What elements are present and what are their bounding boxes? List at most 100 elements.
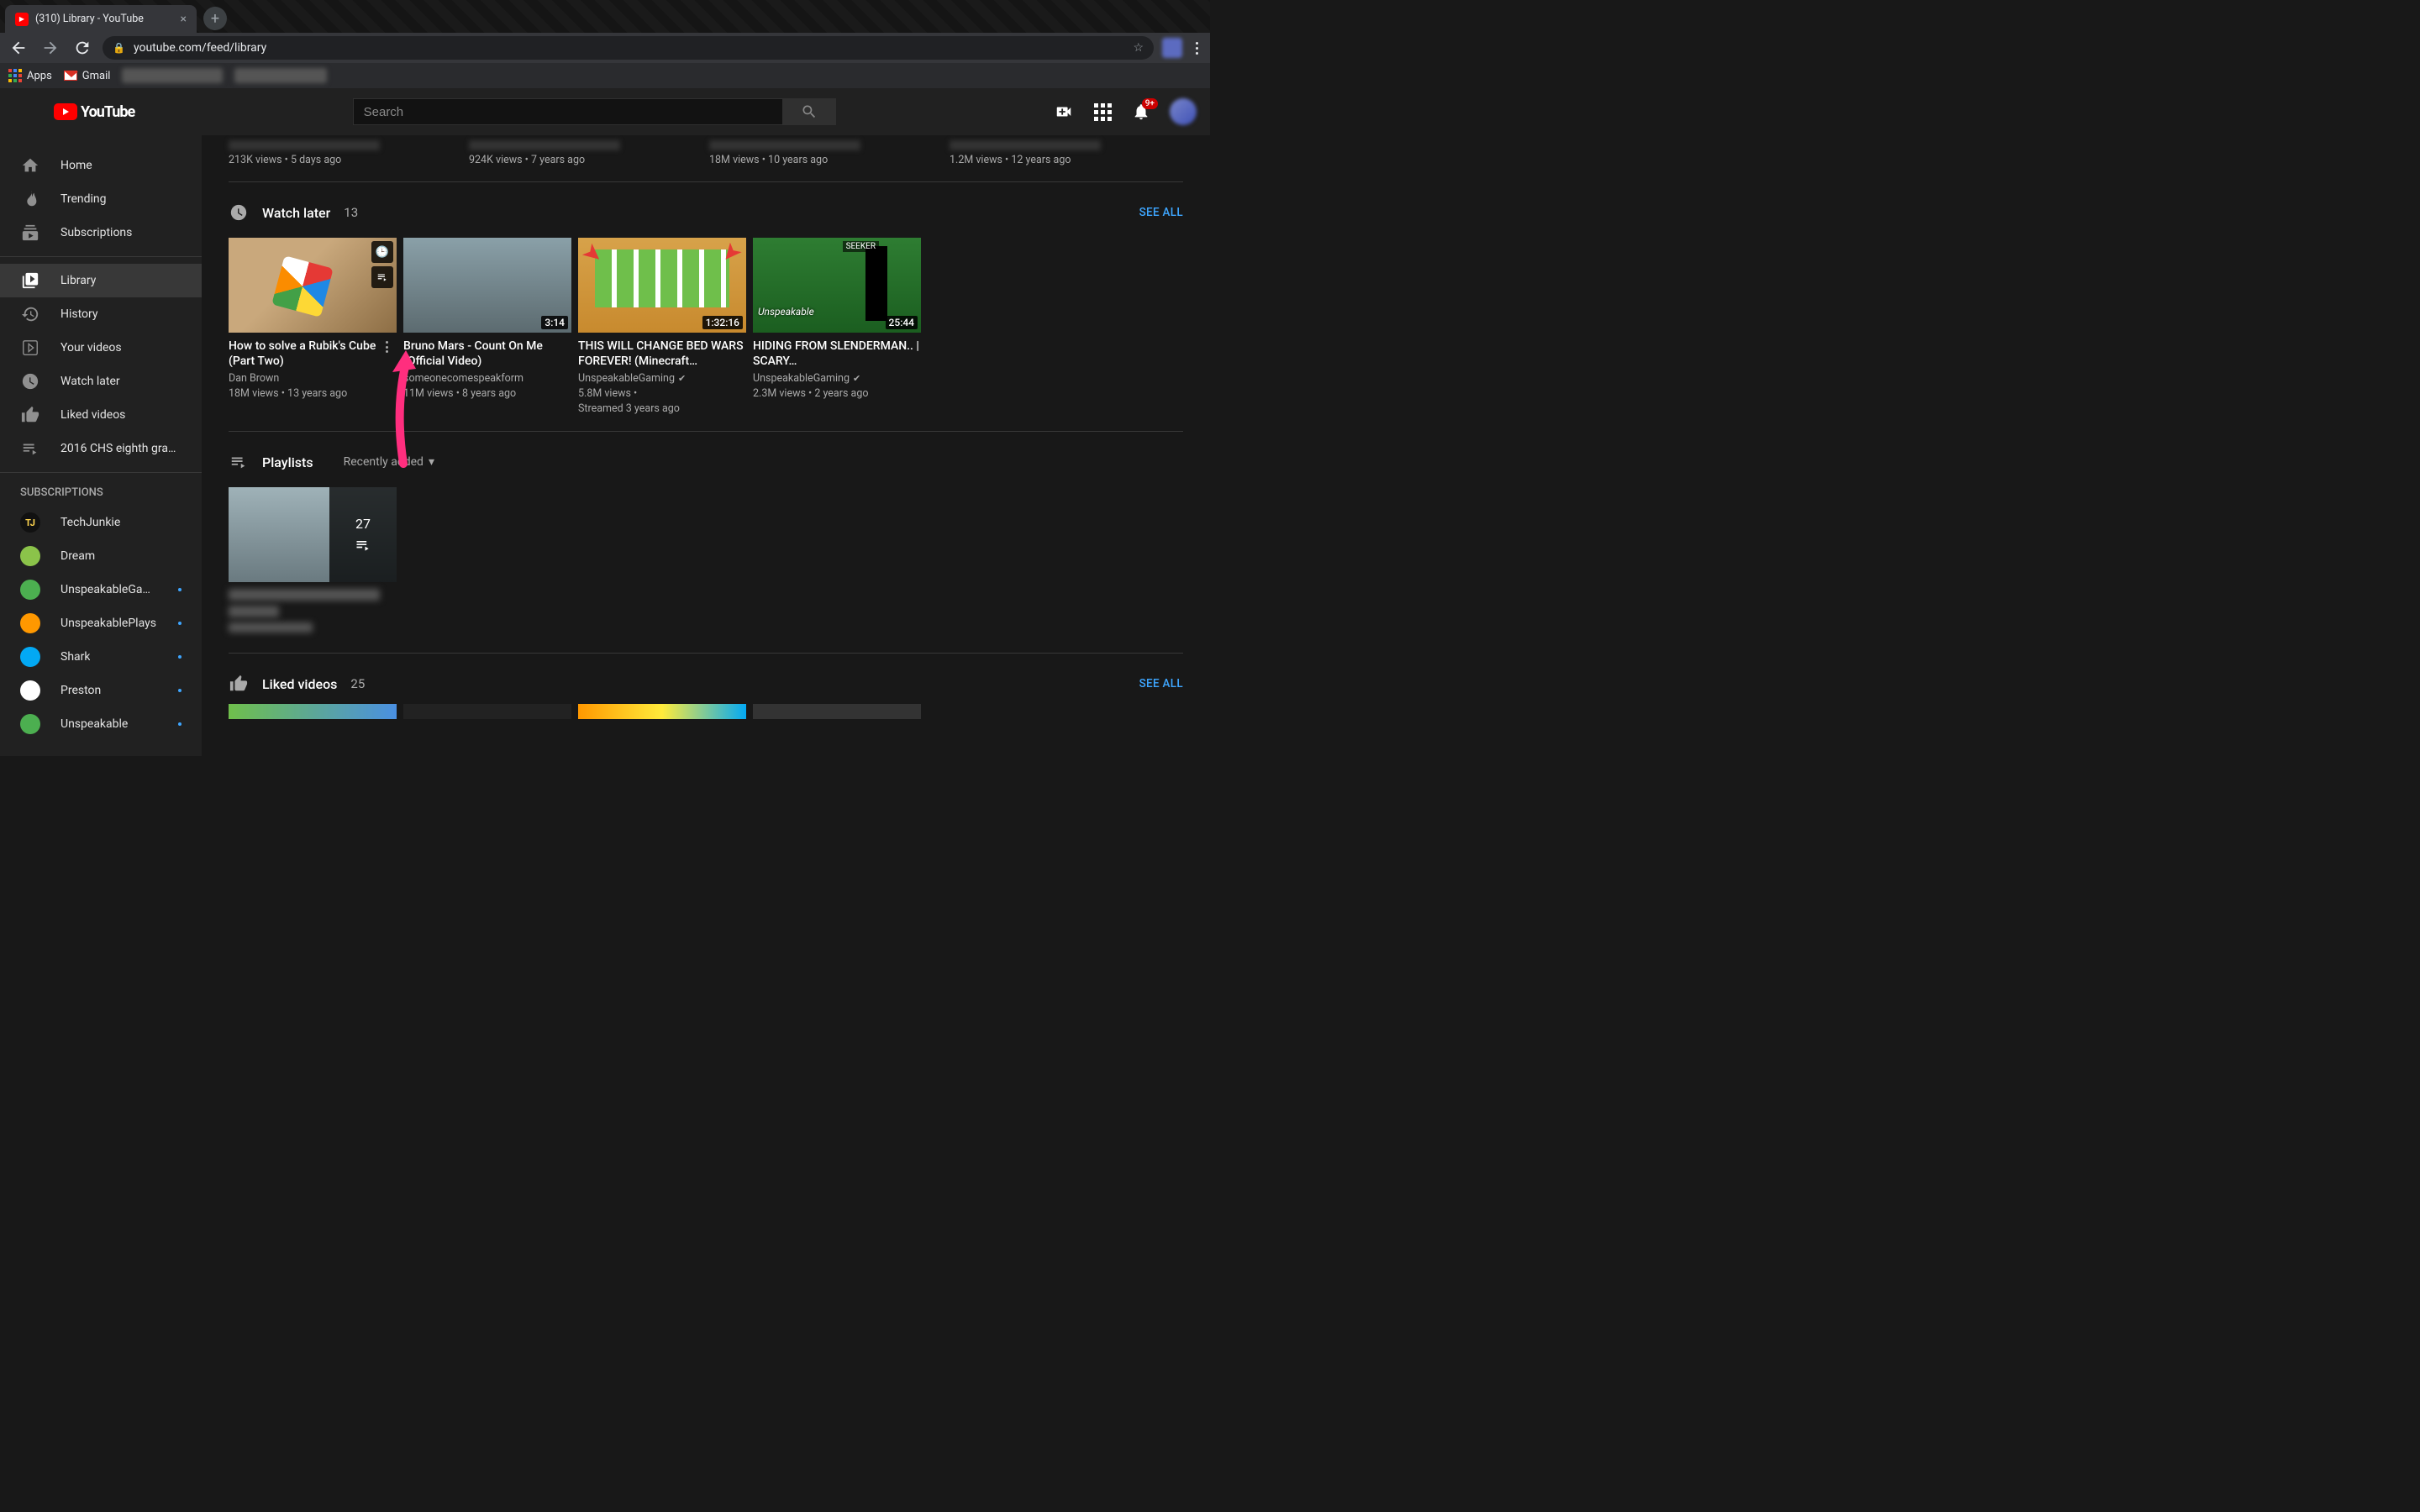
see-all-link[interactable]: SEE ALL — [1139, 206, 1183, 219]
youtube-app: YouTube 9+ — [0, 88, 1210, 756]
see-all-link[interactable]: SEE ALL — [1139, 677, 1183, 690]
playlist-meta-blurred — [229, 606, 279, 617]
sidebar-sub-dream[interactable]: Dream — [0, 539, 202, 573]
video-thumbnail[interactable] — [753, 704, 921, 719]
bookmark-star-icon[interactable]: ☆ — [1133, 41, 1144, 55]
bookmark-gmail[interactable]: Gmail — [64, 70, 111, 82]
sidebar-sub-techjunkie[interactable]: TJTechJunkie — [0, 506, 202, 539]
forward-button[interactable] — [39, 36, 62, 60]
reload-button[interactable] — [71, 36, 94, 60]
tab-title: (310) Library - YouTube — [35, 13, 144, 25]
playlist-icon — [20, 438, 40, 459]
search-button[interactable] — [782, 98, 836, 125]
sidebar-item-liked-videos[interactable]: Liked videos — [0, 398, 202, 432]
sort-dropdown[interactable]: Recently added ▾ — [344, 455, 434, 469]
watch-later-section: Watch later 13 SEE ALL 🕒 How to so — [229, 182, 1183, 432]
video-card[interactable]: ➤ ➤ 1:32:16 THIS WILL CHANGE BED WARS FO… — [578, 238, 746, 416]
sidebar-sub-preston[interactable]: Preston — [0, 674, 202, 707]
add-to-queue-overlay-icon[interactable] — [371, 266, 393, 288]
video-meta: 11M views • 8 years ago — [403, 386, 571, 402]
sort-label: Recently added — [344, 455, 424, 469]
video-card[interactable]: 🕒 How to solve a Rubik's Cube (Part Two)… — [229, 238, 397, 416]
video-menu-button[interactable] — [378, 339, 395, 355]
sidebar-item-home[interactable]: Home — [0, 149, 202, 182]
tab-strip: (310) Library - YouTube × + — [0, 0, 1210, 33]
sidebar-item-label: Watch later — [60, 375, 120, 388]
chevron-down-icon: ▾ — [429, 455, 434, 469]
sidebar-item-label: Unspeakable — [60, 717, 128, 731]
main-content[interactable]: 213K views • 5 days ago 924K views • 7 y… — [202, 135, 1210, 756]
video-channel[interactable]: someonecomespeakform — [403, 372, 571, 385]
new-tab-button[interactable]: + — [203, 7, 227, 30]
sidebar-item-label: TechJunkie — [60, 516, 120, 529]
video-thumbnail[interactable]: ➤ ➤ 1:32:16 — [578, 238, 746, 333]
video-meta: 924K views • 7 years ago — [469, 154, 585, 166]
playlist-count: 27 — [355, 516, 371, 532]
youtube-logo-icon — [54, 103, 77, 120]
playlist-thumbnail[interactable]: 27 — [229, 487, 397, 582]
youtube-apps-button[interactable] — [1092, 102, 1113, 122]
user-avatar[interactable] — [1170, 98, 1197, 125]
video-thumbnail[interactable] — [578, 704, 746, 719]
sidebar-sub-shark[interactable]: Shark — [0, 640, 202, 674]
video-channel[interactable]: UnspeakableGaming ✔ — [578, 372, 746, 385]
close-tab-icon[interactable]: × — [181, 13, 187, 26]
create-video-button[interactable] — [1054, 102, 1074, 122]
new-content-dot — [178, 655, 182, 659]
video-thumbnail[interactable]: 3:14 — [403, 238, 571, 333]
sidebar-item-history[interactable]: History — [0, 297, 202, 331]
playlist-card[interactable]: 27 — [229, 487, 397, 638]
search-icon — [801, 103, 818, 120]
watch-later-overlay-icon[interactable]: 🕒 — [371, 241, 393, 263]
search-input[interactable] — [353, 98, 782, 125]
video-thumbnail[interactable]: 🕒 — [229, 238, 397, 333]
video-meta: 5.8M views • — [578, 386, 746, 402]
notifications-button[interactable]: 9+ — [1131, 102, 1151, 122]
sidebar-sub-unspeakable[interactable]: Unspeakable — [0, 707, 202, 741]
sidebar-item-playlist[interactable]: 2016 CHS eighth gra… — [0, 432, 202, 465]
hamburger-menu-button[interactable] — [13, 102, 34, 122]
video-channel[interactable]: UnspeakableGaming ✔ — [753, 372, 921, 385]
sidebar-item-watch-later[interactable]: Watch later — [0, 365, 202, 398]
sidebar-item-label: Shark — [60, 650, 90, 664]
video-title: HIDING FROM SLENDERMAN.. | SCARY… — [753, 339, 921, 369]
search-bar — [353, 98, 836, 125]
sidebar-item-trending[interactable]: Trending — [0, 182, 202, 216]
video-card[interactable]: 3:14 Bruno Mars - Count On Me (Official … — [403, 238, 571, 416]
thumbs-up-icon — [20, 405, 40, 425]
bookmark-blurred[interactable] — [122, 68, 223, 83]
sidebar-item-label: 2016 CHS eighth gra… — [60, 442, 176, 455]
sidebar-item-label: Library — [60, 274, 96, 287]
bookmark-label: Apps — [27, 70, 52, 82]
youtube-logo[interactable]: YouTube — [54, 103, 134, 121]
video-thumbnail[interactable]: Unspeakable SEEKER 25:44 — [753, 238, 921, 333]
verified-icon: ✔ — [853, 373, 860, 384]
sidebar-item-label: History — [60, 307, 98, 321]
sidebar-sub-unspeakablegaming[interactable]: UnspeakableGami… — [0, 573, 202, 606]
video-thumbnail[interactable] — [229, 704, 397, 719]
address-bar[interactable]: 🔒 youtube.com/feed/library ☆ — [103, 36, 1154, 60]
sidebar-sub-unspeakableplays[interactable]: UnspeakablePlays — [0, 606, 202, 640]
profile-button[interactable] — [1162, 38, 1182, 58]
sidebar-item-library[interactable]: Library — [0, 264, 202, 297]
sidebar-item-subscriptions[interactable]: Subscriptions — [0, 216, 202, 249]
video-meta: 1.2M views • 12 years ago — [950, 154, 1071, 166]
browser-menu-button[interactable] — [1191, 37, 1203, 60]
channel-avatar — [20, 680, 40, 701]
video-duration: 3:14 — [541, 316, 568, 329]
sidebar-item-label: Dream — [60, 549, 95, 563]
sidebar-item-your-videos[interactable]: Your videos — [0, 331, 202, 365]
browser-tab[interactable]: (310) Library - YouTube × — [5, 5, 197, 33]
video-thumbnail[interactable] — [403, 704, 571, 719]
channel-avatar — [20, 613, 40, 633]
new-content-dot — [178, 588, 182, 591]
back-button[interactable] — [7, 36, 30, 60]
sidebar-item-label: Trending — [60, 192, 107, 206]
bookmark-blurred[interactable] — [234, 68, 327, 83]
gmail-icon — [64, 71, 77, 81]
video-title: How to solve a Rubik's Cube (Part Two) — [229, 339, 397, 369]
bookmark-apps[interactable]: Apps — [8, 69, 52, 82]
liked-videos-section: Liked videos 25 SEE ALL — [229, 654, 1183, 731]
video-channel[interactable]: Dan Brown — [229, 372, 397, 385]
video-card[interactable]: Unspeakable SEEKER 25:44 HIDING FROM SLE… — [753, 238, 921, 416]
